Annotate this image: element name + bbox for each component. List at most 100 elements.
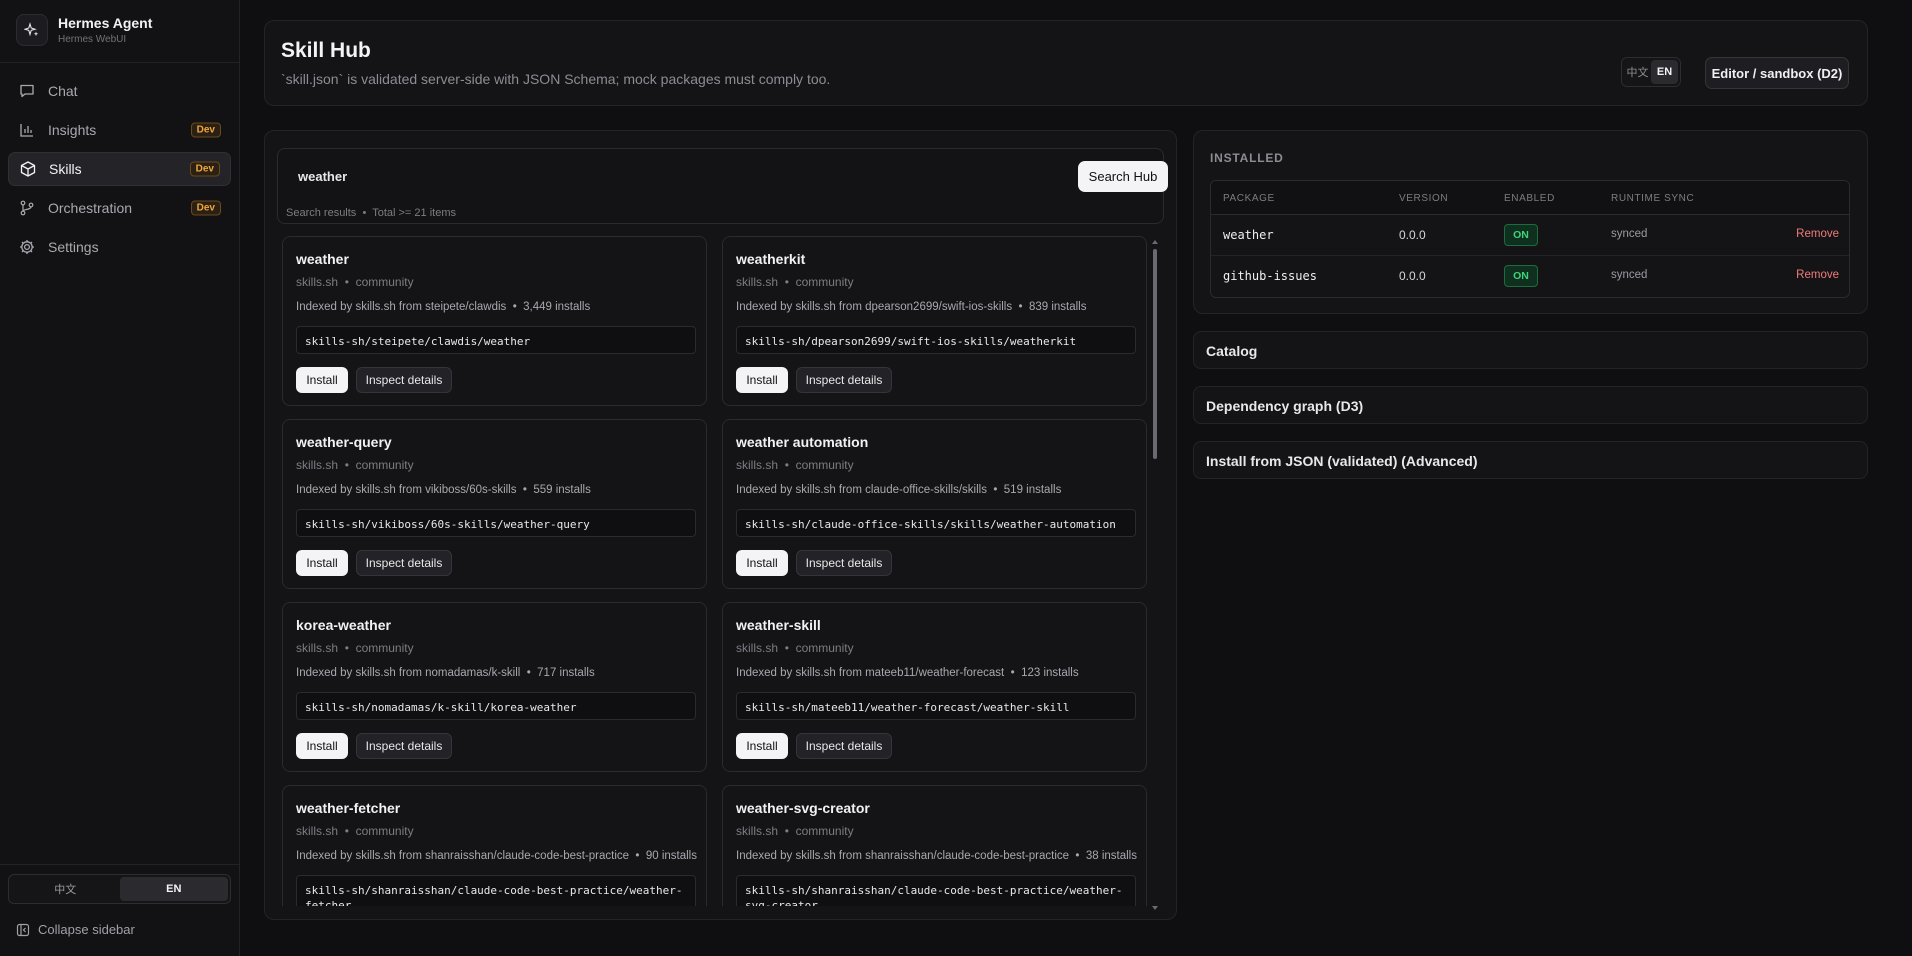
lang-option-en[interactable]: EN <box>1651 60 1678 84</box>
tier-label: community <box>355 458 414 472</box>
dev-badge: Dev <box>189 161 220 177</box>
sidebar-item-orchestration[interactable]: Orchestration Dev <box>8 191 231 225</box>
skill-source: skills.sh • community <box>296 458 414 472</box>
skill-index-info: Indexed by skills.sh from vikiboss/60s-s… <box>296 484 591 496</box>
sidebar-item-label: Chat <box>48 83 78 99</box>
collapse-sidebar-button[interactable]: Collapse sidebar <box>16 922 135 937</box>
sidebar-item-insights[interactable]: Insights Dev <box>8 113 231 147</box>
installed-table: PACKAGE VERSION ENABLED RUNTIME SYNC wea… <box>1210 180 1850 298</box>
sidebar-item-label: Orchestration <box>48 200 133 216</box>
skill-id[interactable]: skills-sh/shanraisshan/claude-code-best-… <box>736 875 1136 906</box>
enabled-toggle[interactable]: ON <box>1504 265 1538 287</box>
sparkle-icon <box>16 14 48 46</box>
index-source: Indexed by skills.sh from claude-office-… <box>736 484 987 496</box>
remove-button[interactable]: Remove <box>1796 269 1839 281</box>
dependency-graph-section[interactable]: Dependency graph (D3) <box>1193 386 1868 424</box>
skill-name: weather-svg-creator <box>736 800 870 816</box>
source-label: skills.sh <box>296 641 339 655</box>
sidebar-item-settings[interactable]: Settings <box>8 230 231 264</box>
package-version: 0.0.0 <box>1399 269 1426 283</box>
skill-name: weather-fetcher <box>296 800 401 816</box>
sidebar-item-label: Insights <box>48 122 97 138</box>
inspect-details-button[interactable]: Inspect details <box>796 367 892 393</box>
column-header: RUNTIME SYNC <box>1611 193 1695 204</box>
skill-id[interactable]: skills-sh/mateeb11/weather-forecast/weat… <box>736 692 1136 720</box>
skill-id[interactable]: skills-sh/vikiboss/60s-skills/weather-qu… <box>296 509 696 537</box>
scroll-up-icon[interactable] <box>1151 239 1159 245</box>
result-card: weather-skill skills.sh • community Inde… <box>722 602 1147 772</box>
editor-sandbox-button[interactable]: Editor / sandbox (D2) <box>1705 57 1849 89</box>
source-label: skills.sh <box>296 824 339 838</box>
separator: • <box>344 458 349 472</box>
skill-id[interactable]: skills-sh/shanraisshan/claude-code-best-… <box>296 875 696 906</box>
install-button[interactable]: Install <box>736 367 788 393</box>
separator: • <box>344 824 349 838</box>
header-language-toggle: 中文 EN <box>1621 57 1681 87</box>
install-count: 559 installs <box>533 484 591 496</box>
lang-option-zh[interactable]: 中文 <box>1624 60 1651 84</box>
cube-icon <box>19 160 37 178</box>
lang-option-en[interactable]: EN <box>119 877 228 901</box>
install-button[interactable]: Install <box>736 550 788 576</box>
install-button[interactable]: Install <box>296 367 348 393</box>
inspect-details-button[interactable]: Inspect details <box>356 550 452 576</box>
results-scrollbar[interactable] <box>1151 239 1159 913</box>
search-input[interactable]: weather <box>298 169 347 184</box>
column-header: VERSION <box>1399 193 1449 204</box>
skill-source: skills.sh • community <box>296 641 414 655</box>
scroll-thumb[interactable] <box>1153 249 1157 459</box>
install-from-json-section[interactable]: Install from JSON (validated) (Advanced) <box>1193 441 1868 479</box>
install-count: 3,449 installs <box>523 301 591 313</box>
search-panel: weather Search Hub Search results • Tota… <box>264 130 1177 920</box>
separator: • <box>512 301 517 313</box>
skill-index-info: Indexed by skills.sh from shanraisshan/c… <box>736 850 1137 862</box>
index-source: Indexed by skills.sh from shanraisshan/c… <box>736 850 1070 862</box>
collapse-icon <box>16 923 38 937</box>
sidebar-item-label: Settings <box>48 239 99 255</box>
app-subtitle: Hermes WebUI <box>58 34 127 45</box>
inspect-details-button[interactable]: Inspect details <box>796 550 892 576</box>
install-button[interactable]: Install <box>296 733 348 759</box>
sidebar-item-skills[interactable]: Skills Dev <box>8 152 231 186</box>
enabled-toggle[interactable]: ON <box>1504 224 1538 246</box>
install-count: 123 installs <box>1021 667 1079 679</box>
skill-source: skills.sh • community <box>296 824 414 838</box>
skill-index-info: Indexed by skills.sh from mateeb11/weath… <box>736 667 1079 679</box>
sidebar-item-chat[interactable]: Chat <box>8 74 231 108</box>
index-source: Indexed by skills.sh from dpearson2699/s… <box>736 301 1013 313</box>
result-card: weather-query skills.sh • community Inde… <box>282 419 707 589</box>
source-label: skills.sh <box>736 824 779 838</box>
lang-option-zh[interactable]: 中文 <box>11 877 120 901</box>
skill-id[interactable]: skills-sh/steipete/clawdis/weather <box>296 326 696 354</box>
install-button[interactable]: Install <box>736 733 788 759</box>
inspect-details-button[interactable]: Inspect details <box>356 733 452 759</box>
separator: • <box>344 275 349 289</box>
install-button[interactable]: Install <box>296 550 348 576</box>
skill-id[interactable]: skills-sh/dpearson2699/swift-ios-skills/… <box>736 326 1136 354</box>
inspect-details-button[interactable]: Inspect details <box>796 733 892 759</box>
separator: • <box>526 667 531 679</box>
install-count: 90 installs <box>645 850 697 862</box>
brand: Hermes Agent Hermes WebUI <box>16 14 152 46</box>
source-label: skills.sh <box>296 458 339 472</box>
skill-index-info: Indexed by skills.sh from shanraisshan/c… <box>296 850 697 862</box>
table-header: PACKAGE VERSION ENABLED RUNTIME SYNC <box>1211 181 1849 215</box>
search-hub-button[interactable]: Search Hub <box>1078 161 1168 192</box>
package-name: github-issues <box>1223 269 1317 283</box>
index-source: Indexed by skills.sh from steipete/clawd… <box>296 301 507 313</box>
skill-index-info: Indexed by skills.sh from steipete/clawd… <box>296 301 590 313</box>
install-count: 38 installs <box>1085 850 1137 862</box>
separator: • <box>784 275 789 289</box>
runtime-sync-status: synced <box>1611 228 1648 240</box>
source-label: skills.sh <box>296 275 339 289</box>
remove-button[interactable]: Remove <box>1796 228 1839 240</box>
search-meta: Search results • Total >= 21 items <box>286 207 456 219</box>
scroll-down-icon[interactable] <box>1151 905 1159 911</box>
page-title: Skill Hub <box>281 39 371 62</box>
column-header: ENABLED <box>1504 193 1555 204</box>
inspect-details-button[interactable]: Inspect details <box>356 367 452 393</box>
skill-id[interactable]: skills-sh/claude-office-skills/skills/we… <box>736 509 1136 537</box>
skill-source: skills.sh • community <box>736 641 854 655</box>
skill-id[interactable]: skills-sh/nomadamas/k-skill/korea-weathe… <box>296 692 696 720</box>
catalog-section[interactable]: Catalog <box>1193 331 1868 369</box>
